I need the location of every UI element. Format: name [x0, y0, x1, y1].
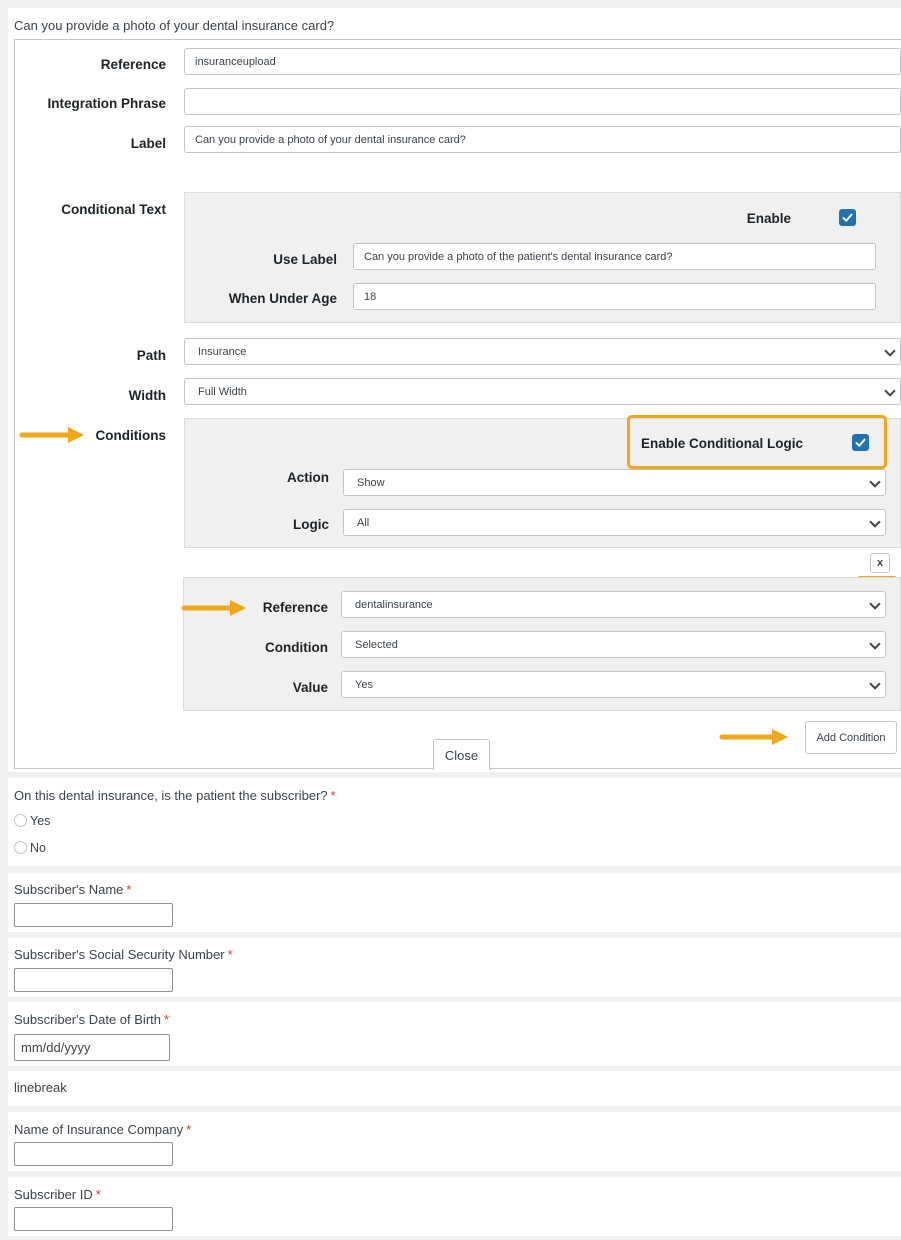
- required-mark: *: [126, 882, 132, 897]
- required-mark: *: [186, 1122, 192, 1137]
- action-select-value: Show: [357, 476, 385, 489]
- ssn-label: Subscriber's Social Security Number *: [14, 947, 233, 962]
- logic-label: Logic: [293, 517, 329, 532]
- rule-condition-select-value: Selected: [355, 638, 398, 651]
- rule-reference-label: Reference: [262, 600, 328, 615]
- radio-no-label: No: [30, 841, 46, 855]
- subscriber-question-label: On this dental insurance, is the patient…: [14, 788, 336, 803]
- chevron-down-icon: [884, 345, 896, 357]
- chevron-down-icon: [869, 598, 881, 610]
- path-select-value: Insurance: [198, 345, 247, 358]
- subscriber-name-section: Subscriber's Name *: [8, 873, 901, 932]
- add-condition-button[interactable]: Add Condition: [805, 721, 897, 754]
- rule-condition-label: Condition: [265, 640, 328, 655]
- rule-condition-select[interactable]: Selected: [341, 631, 886, 658]
- condition-rule-box: Reference dentalinsurance Condition Sele…: [181, 577, 901, 711]
- enable-conditional-logic-label: Enable Conditional Logic: [641, 436, 803, 451]
- enable-conditional-logic-checkbox[interactable]: [852, 434, 869, 451]
- question-title: Can you provide a photo of your dental i…: [14, 18, 335, 33]
- conditional-text-label: Conditional Text: [61, 202, 166, 217]
- label-input[interactable]: Can you provide a photo of your dental i…: [184, 126, 901, 153]
- integration-phrase-label: Integration Phrase: [47, 96, 166, 111]
- rule-reference-select[interactable]: dentalinsurance: [341, 591, 886, 618]
- dob-input[interactable]: mm/dd/yyyy: [14, 1034, 170, 1061]
- label-label: Label: [130, 136, 166, 151]
- radio-yes[interactable]: [14, 814, 27, 827]
- rule-value-label: Value: [292, 680, 328, 695]
- remove-condition-button[interactable]: x: [870, 553, 890, 573]
- path-label: Path: [136, 348, 166, 363]
- chevron-down-icon: [869, 476, 881, 488]
- width-select-value: Full Width: [198, 385, 247, 398]
- reference-label: Reference: [100, 57, 166, 72]
- required-mark: *: [95, 1187, 101, 1202]
- width-select[interactable]: Full Width: [184, 378, 901, 405]
- dob-section: Subscriber's Date of Birth * mm/dd/yyyy: [8, 1002, 901, 1066]
- chevron-down-icon: [884, 385, 896, 397]
- chevron-down-icon: [869, 516, 881, 528]
- radio-yes-label: Yes: [30, 814, 51, 828]
- action-label: Action: [287, 470, 329, 485]
- required-mark: *: [164, 1012, 170, 1027]
- subscriber-name-label: Subscriber's Name *: [14, 882, 132, 897]
- conditional-text-enable-checkbox[interactable]: [839, 209, 856, 226]
- integration-phrase-input[interactable]: [184, 88, 901, 115]
- chevron-down-icon: [869, 678, 881, 690]
- width-label: Width: [128, 388, 166, 403]
- under-age-label: When Under Age: [228, 291, 337, 306]
- insurance-company-label: Name of Insurance Company *: [14, 1122, 192, 1137]
- use-label-input[interactable]: Can you provide a photo of the patient's…: [353, 243, 876, 270]
- rule-value-select-value: Yes: [355, 678, 373, 691]
- use-label-label: Use Label: [273, 252, 337, 267]
- rule-reference-select-value: dentalinsurance: [355, 598, 433, 611]
- field-editor-panel: Can you provide a photo of your dental i…: [8, 8, 901, 772]
- linebreak-section: linebreak: [8, 1071, 901, 1106]
- arrow-annotation-icon: [719, 729, 788, 745]
- chevron-down-icon: [869, 638, 881, 650]
- action-select[interactable]: Show: [343, 469, 886, 496]
- dob-placeholder: mm/dd/yyyy: [21, 1040, 91, 1055]
- insurance-company-input[interactable]: [14, 1142, 173, 1166]
- ssn-input[interactable]: [14, 968, 173, 992]
- required-mark: *: [330, 788, 336, 803]
- conditions-label: Conditions: [95, 428, 167, 443]
- under-age-input[interactable]: 18: [353, 283, 876, 310]
- subscriber-name-input[interactable]: [14, 903, 173, 927]
- check-icon: [842, 213, 853, 222]
- rule-value-select[interactable]: Yes: [341, 671, 886, 698]
- required-mark: *: [227, 947, 233, 962]
- subscriber-id-input[interactable]: [14, 1207, 173, 1231]
- logic-select[interactable]: All: [343, 509, 886, 536]
- dob-label: Subscriber's Date of Birth *: [14, 1012, 170, 1027]
- subscriber-question-section: On this dental insurance, is the patient…: [8, 778, 901, 866]
- path-select[interactable]: Insurance: [184, 338, 901, 365]
- logic-select-value: All: [357, 516, 370, 529]
- conditions-box: Enable Conditional Logic Action Show Log…: [184, 415, 901, 548]
- conditional-text-box: Enable Use Label Can you provide a photo…: [184, 192, 901, 323]
- subscriber-id-label: Subscriber ID *: [14, 1187, 101, 1202]
- close-tab-button[interactable]: Close: [433, 739, 490, 770]
- insurance-company-section: Name of Insurance Company *: [8, 1112, 901, 1171]
- reference-input[interactable]: insuranceupload: [184, 48, 901, 75]
- radio-no[interactable]: [14, 841, 27, 854]
- check-icon: [855, 438, 866, 447]
- ssn-section: Subscriber's Social Security Number *: [8, 938, 901, 997]
- linebreak-label: linebreak: [14, 1080, 67, 1095]
- subscriber-id-section: Subscriber ID *: [8, 1177, 901, 1236]
- conditional-text-enable-label: Enable: [746, 211, 791, 226]
